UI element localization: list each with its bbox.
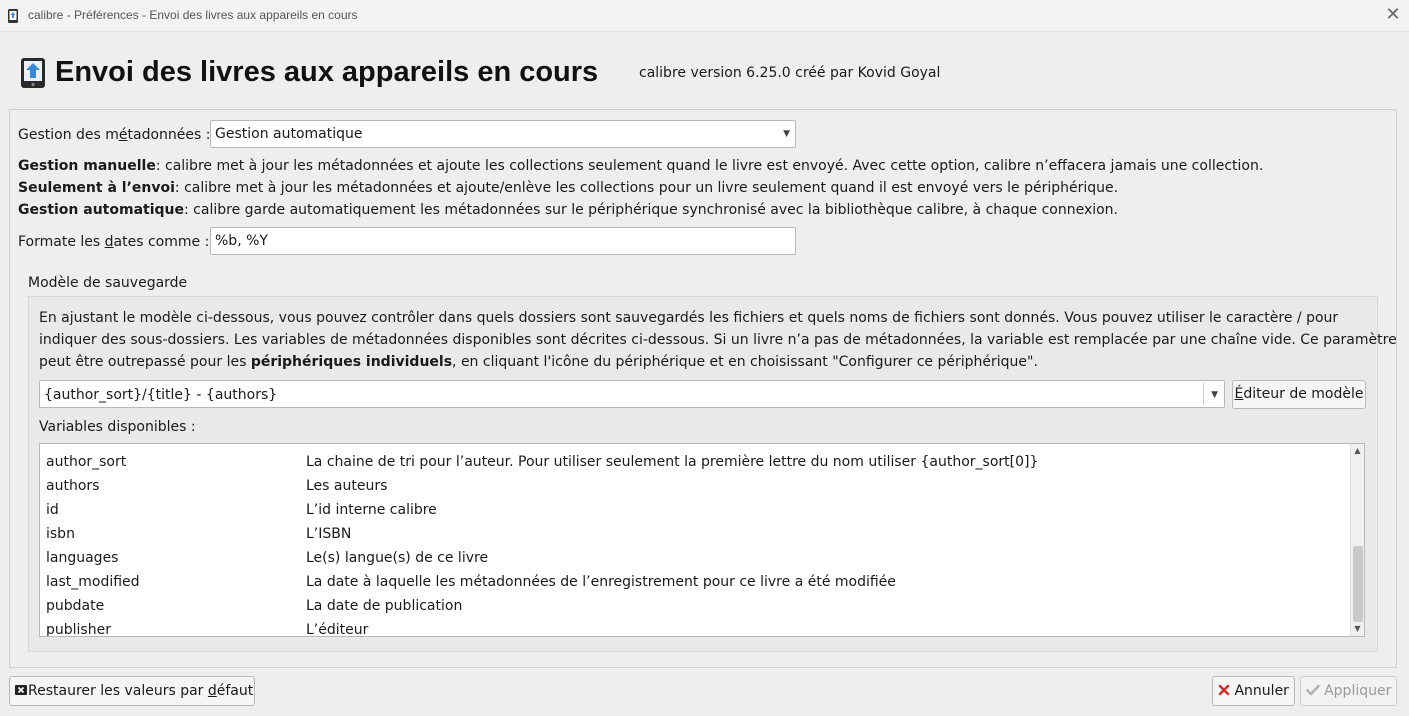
template-input-combo[interactable]: {author_sort}/{title} - {authors} ▼	[39, 380, 1225, 408]
template-intro-line-3: peut être outrepassé pour les périphériq…	[39, 354, 1038, 370]
metadata-management-label: Gestion des métadonnées :	[18, 127, 211, 143]
cancel-button[interactable]: Annuler	[1212, 676, 1295, 706]
available-variables-label: Variables disponibles :	[39, 419, 196, 435]
restore-icon	[15, 685, 27, 695]
desc-on-send: Seulement à l’envoi: calibre met à jour …	[18, 180, 1119, 196]
checkmark-icon	[1305, 684, 1320, 696]
close-icon: ✕	[1385, 4, 1401, 25]
desc-automatic: Gestion automatique: calibre garde autom…	[18, 202, 1119, 218]
table-row[interactable]: last_modified La date à laquelle les mét…	[40, 570, 1350, 594]
chevron-down-icon[interactable]: ▼	[1211, 381, 1218, 409]
save-template-group-title: Modèle de sauvegarde	[28, 275, 188, 291]
window-titlebar: calibre - Préférences - Envoi des livres…	[0, 0, 1409, 32]
close-window-button[interactable]: ✕	[1383, 4, 1403, 26]
x-icon	[1218, 684, 1230, 696]
template-intro-line-2: indiquer des sous-dossiers. Les variable…	[39, 332, 1397, 348]
variable-name: authors	[46, 478, 100, 494]
combo-divider	[1203, 383, 1204, 405]
window-title: calibre - Préférences - Envoi des livres…	[28, 8, 358, 22]
variable-description: La date de publication	[306, 598, 463, 614]
variables-scrollbar[interactable]: ▲ ▼	[1350, 444, 1364, 636]
variable-description: La date à laquelle les métadonnées de l’…	[306, 574, 896, 590]
table-row[interactable]: publisher L’éditeur	[40, 618, 1350, 637]
table-row[interactable]: authors Les auteurs	[40, 474, 1350, 498]
variable-description: L’id interne calibre	[306, 502, 437, 518]
table-row[interactable]: languages Le(s) langue(s) de ce livre	[40, 546, 1350, 570]
template-intro-line-1: En ajustant le modèle ci-dessous, vous p…	[39, 310, 1339, 326]
table-row[interactable]: author_sort La chaine de tri pour l’aute…	[40, 450, 1350, 474]
variable-name: pubdate	[46, 598, 105, 614]
template-editor-button[interactable]: Éditeur de modèle	[1232, 380, 1366, 409]
date-format-label: Formate les dates comme :	[18, 234, 210, 250]
table-row[interactable]: pubdate La date de publication	[40, 594, 1350, 618]
variable-description: L’éditeur	[306, 622, 369, 637]
variable-name: isbn	[46, 526, 75, 542]
device-send-icon	[21, 58, 45, 88]
variable-description: Les auteurs	[306, 478, 388, 494]
version-subtitle: calibre version 6.25.0 créé par Kovid Go…	[639, 65, 941, 81]
variable-description: L’ISBN	[306, 526, 352, 542]
apply-button[interactable]: Appliquer	[1300, 676, 1397, 706]
desc-manual: Gestion manuelle: calibre met à jour les…	[18, 158, 1264, 174]
date-format-input[interactable]: %b, %Y	[210, 227, 796, 255]
variable-name: publisher	[46, 622, 111, 637]
variable-name: languages	[46, 550, 119, 566]
table-row[interactable]: isbn L’ISBN	[40, 522, 1350, 546]
variable-name: last_modified	[46, 574, 140, 590]
metadata-management-value: Gestion automatique	[215, 126, 363, 142]
metadata-management-select[interactable]: Gestion automatique ▼	[210, 120, 796, 148]
chevron-down-icon: ▼	[783, 129, 790, 139]
scroll-down-icon[interactable]: ▼	[1351, 622, 1364, 636]
template-value: {author_sort}/{title} - {authors}	[44, 387, 278, 403]
date-format-value: %b, %Y	[215, 233, 268, 249]
calibre-app-icon	[8, 9, 18, 23]
variables-table[interactable]: author_sort La chaine de tri pour l’aute…	[39, 443, 1365, 637]
page-title: Envoi des livres aux appareils en cours	[55, 56, 599, 88]
table-row[interactable]: id L’id interne calibre	[40, 498, 1350, 522]
scrollbar-thumb[interactable]	[1353, 546, 1363, 622]
scroll-up-icon[interactable]: ▲	[1351, 444, 1364, 458]
variable-name: id	[46, 502, 59, 518]
restore-defaults-button[interactable]: Restaurer les valeurs par défaut	[9, 676, 255, 706]
variable-name: author_sort	[46, 454, 127, 470]
variable-description: Le(s) langue(s) de ce livre	[306, 550, 489, 566]
variable-description: La chaine de tri pour l’auteur. Pour uti…	[306, 454, 1039, 470]
